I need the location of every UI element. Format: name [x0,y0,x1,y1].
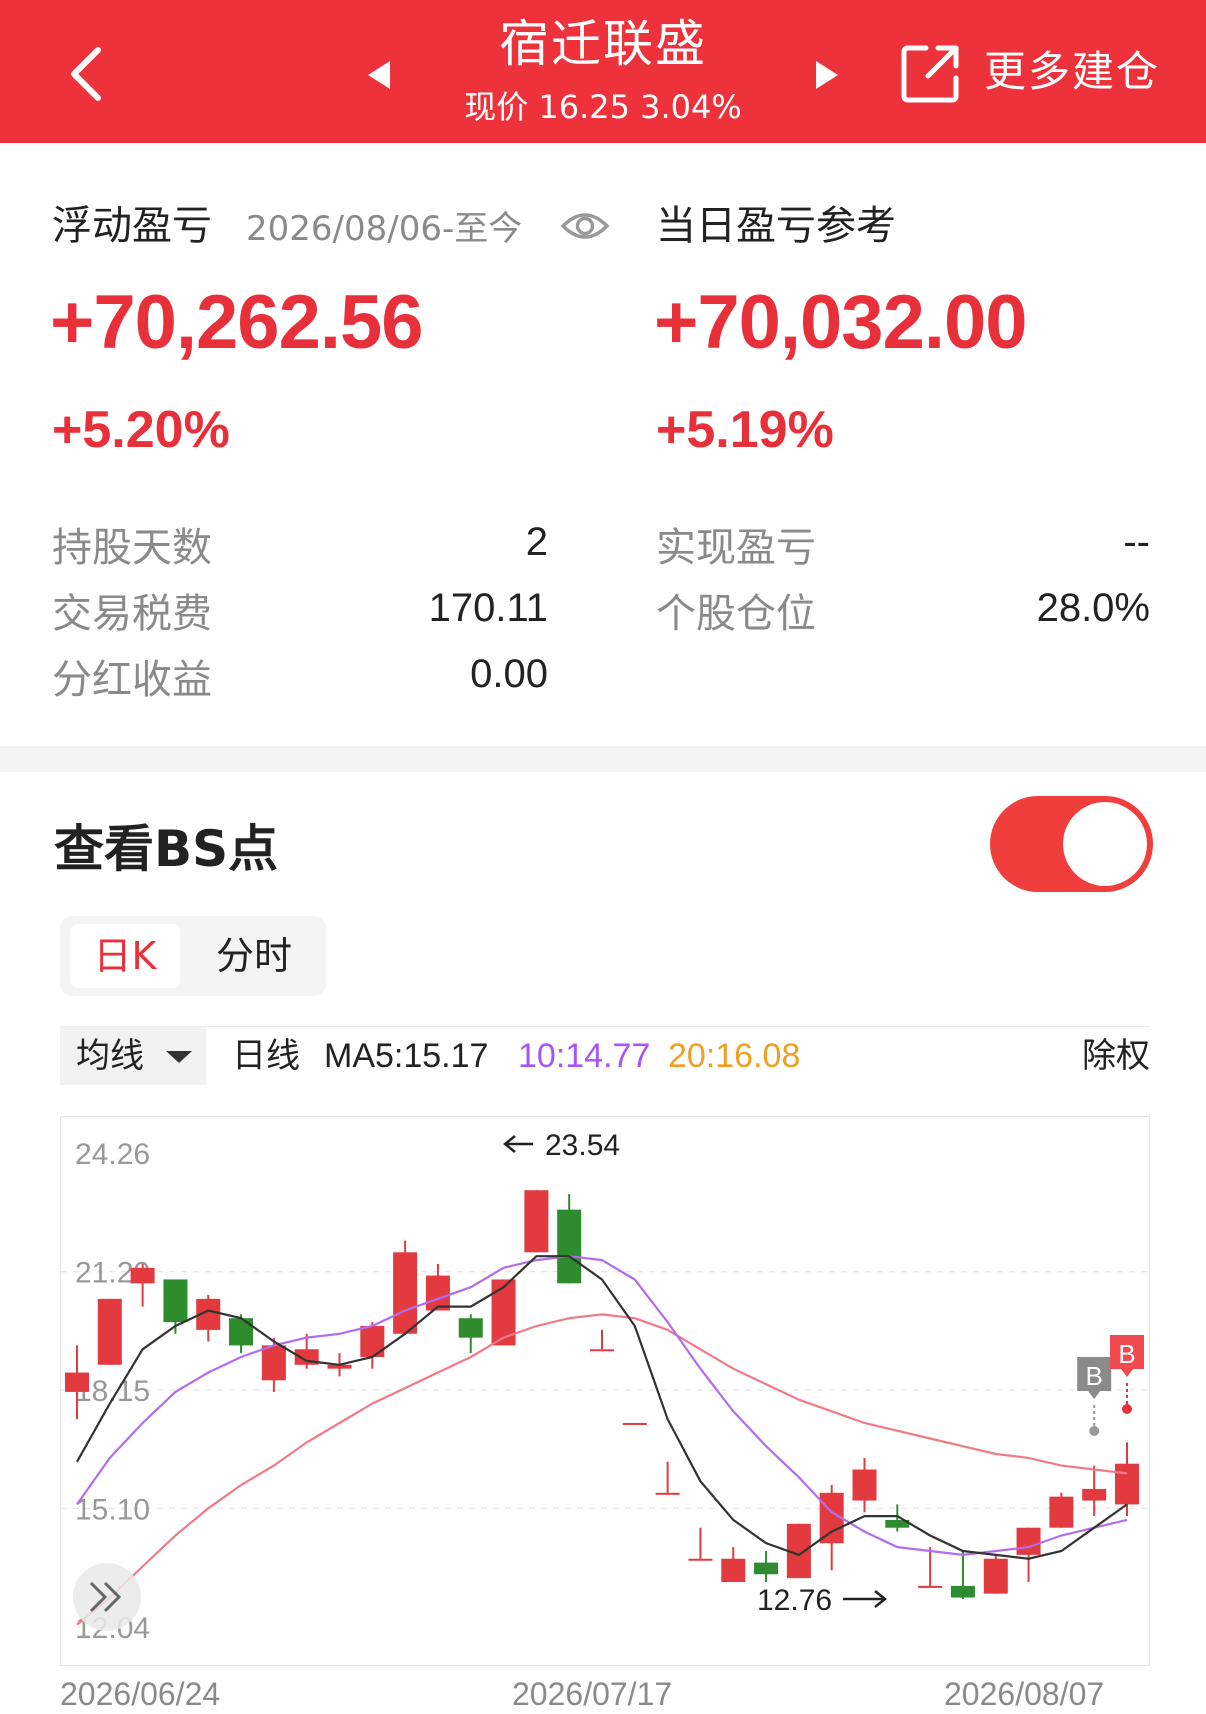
prev-triangle-icon[interactable] [364,55,394,95]
candle-body [1082,1488,1107,1501]
stat-key: 持股天数 [52,525,212,571]
x-axis-label-end: 2026/08/07 [944,1676,1105,1712]
candle-body [983,1558,1008,1594]
candle-body [1016,1527,1041,1555]
stat-value: 0.00 [470,652,548,696]
buy-marker-label: B [1118,1339,1135,1369]
stat-key: 分红收益 [52,657,212,703]
candle-body [425,1275,450,1311]
candle-body [852,1469,877,1501]
ma10-line [76,1255,1128,1557]
ma10-value: 10:14.77 [518,1037,651,1075]
candle-body [458,1318,483,1338]
candle-body [590,1349,614,1352]
stat-key: 交易税费 [52,591,212,637]
candle-body [950,1585,975,1598]
min-price-label: 12.76 [757,1584,832,1617]
line-type-label: 日线 [232,1037,300,1075]
candle-body [1049,1496,1074,1528]
max-price-label: 23.54 [545,1129,620,1162]
floating-pnl-label: 浮动盈亏 [52,203,212,249]
candle-body [229,1318,254,1346]
buy-marker-dot [1122,1404,1132,1414]
floating-pnl-value: +70,262.56 [50,280,423,365]
ma5-line [76,1255,1128,1560]
toggle-knob [1063,802,1147,886]
candle-body [688,1558,713,1561]
floating-pnl-percent: +5.20% [52,401,230,459]
ma-dropdown[interactable]: 均线 [60,1027,206,1085]
chevron-down-icon [166,1051,192,1063]
candle-body [65,1372,89,1392]
bs-points-toggle[interactable] [990,796,1153,892]
stat-value: 170.11 [428,586,548,630]
buy-marker-dot [1089,1426,1100,1436]
chart-type-segment: 日K 分时 [60,916,326,996]
tab-daily-k[interactable]: 日K [70,924,180,988]
tab-intraday[interactable]: 分时 [194,924,314,988]
kline-chart[interactable]: 24.2621.2018.1515.1012.0423.5412.76BB [60,1116,1150,1666]
next-triangle-icon[interactable] [812,55,842,95]
candle-body [163,1279,188,1323]
candle-body [557,1209,582,1284]
candle-body [918,1585,943,1588]
stat-value: 28.0% [1036,586,1150,630]
stat-key: 实现盈亏 [656,525,816,571]
candle-body [524,1190,549,1253]
ma5-value: MA5:15.17 [324,1037,489,1075]
more-position-button[interactable]: 更多建仓 [984,44,1160,100]
share-icon[interactable] [900,42,962,104]
y-tick-label: 24.26 [75,1138,150,1171]
x-axis-label-start: 2026/06/24 [60,1676,221,1712]
ma20-value: 20:16.08 [668,1037,801,1075]
ex-rights-button[interactable]: 除权 [1082,1027,1150,1085]
daily-pnl-value: +70,032.00 [654,280,1027,365]
candle-body [130,1267,155,1284]
top-bar: 宿迁联盛 现价 16.25 3.04% 更多建仓 [0,0,1206,143]
eye-icon[interactable] [560,206,610,246]
candle-body [622,1422,647,1425]
stat-value: -- [1123,520,1150,564]
candle-body [754,1562,779,1575]
candle-body [1115,1463,1139,1505]
bs-points-title: 查看BS点 [54,820,279,878]
floating-pnl-period: 2026/08/06-至今 [246,209,523,249]
candle-body [721,1558,746,1583]
candle-body [393,1252,418,1334]
y-tick-label: 15.10 [75,1493,150,1526]
stat-value: 2 [525,520,548,564]
section-divider [0,746,1206,772]
ma-dropdown-label: 均线 [76,1036,144,1076]
stat-key: 个股仓位 [656,591,816,637]
min-arrow-icon [843,1590,888,1608]
daily-pnl-percent: +5.19% [656,401,834,459]
candle-body [655,1492,680,1495]
daily-pnl-label: 当日盈亏参考 [656,203,896,249]
candle-body [97,1298,122,1365]
candle-body [261,1345,286,1381]
moving-average-bar: 均线 日线 MA5:15.17 10:14.77 20:16.08 除权 [60,1026,1150,1087]
kline-chart-svg: 24.2621.2018.1515.1012.0423.5412.76BB [61,1129,1149,1645]
max-arrow-icon [502,1135,533,1153]
buy-marker-label: B [1086,1361,1103,1391]
x-axis-label-mid: 2026/07/17 [512,1676,673,1712]
